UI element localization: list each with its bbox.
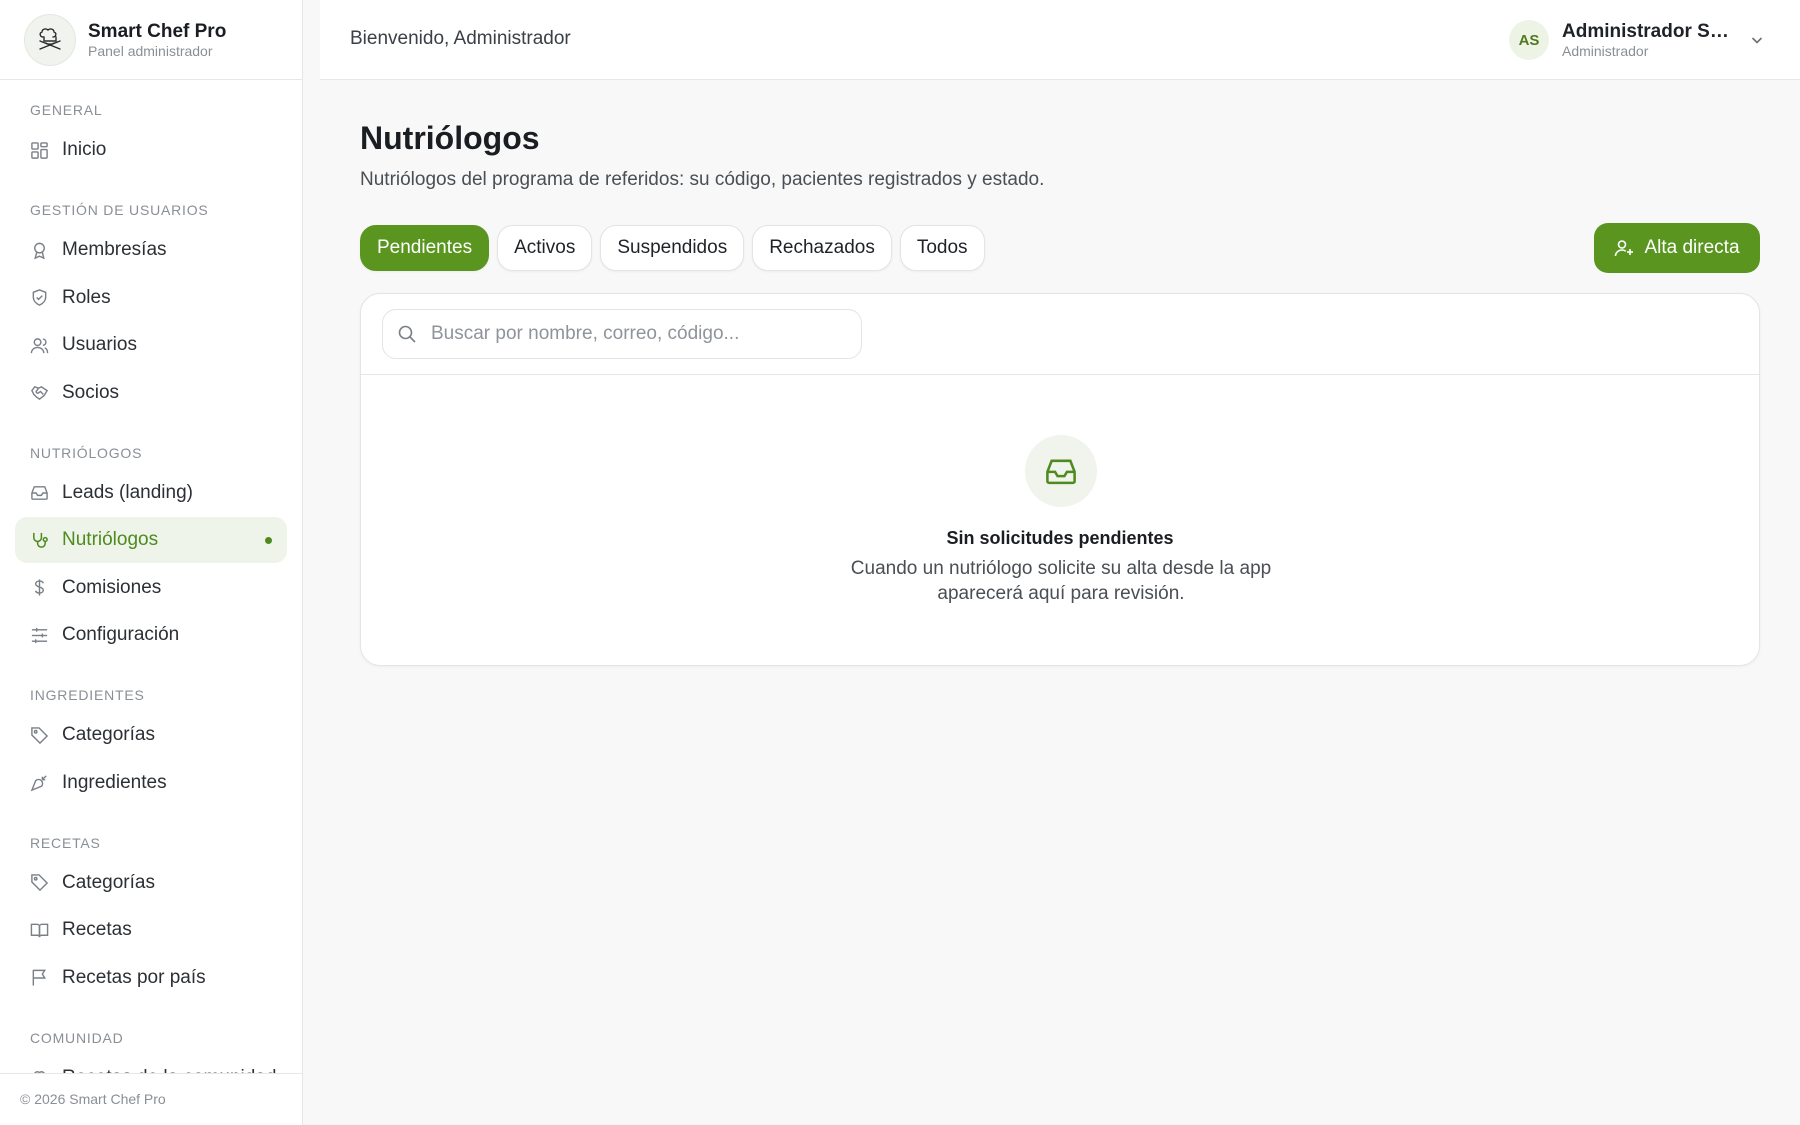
section-label-gestion-usuarios: GESTIÓN DE USUARIOS bbox=[30, 202, 209, 218]
sidebar-nav: GENERAL Inicio GESTIÓN DE USUARIOS Membr… bbox=[0, 100, 302, 1101]
shield-icon bbox=[32, 289, 47, 306]
welcome-text: Bienvenido, Administrador bbox=[350, 28, 571, 49]
sidebar-item-roles[interactable]: Roles bbox=[15, 275, 287, 321]
sidebar-item-label: Recetas bbox=[62, 919, 132, 940]
brand[interactable]: Smart Chef Pro Panel administrador bbox=[0, 0, 302, 80]
section-label-general: GENERAL bbox=[30, 102, 103, 118]
topbar: Bienvenido, Administrador AS Administrad… bbox=[320, 0, 1800, 80]
alta-directa-label: Alta directa bbox=[1644, 237, 1740, 258]
sidebar-item-socios[interactable]: Socios bbox=[15, 370, 287, 416]
section-label-nutriologos: NUTRIÓLOGOS bbox=[30, 444, 143, 461]
section-label-comunidad: COMUNIDAD bbox=[30, 1029, 124, 1046]
sidebar-item-label: Roles bbox=[62, 286, 111, 308]
tag-icon bbox=[31, 874, 49, 892]
sidebar-item-label: Leads (landing) bbox=[62, 481, 193, 503]
stethoscope-icon bbox=[33, 532, 48, 548]
page-title: Nutriólogos bbox=[360, 120, 540, 156]
sidebar-item-label: Socios bbox=[62, 381, 120, 403]
book-icon bbox=[30, 923, 49, 937]
tab-todos[interactable]: Todos bbox=[899, 225, 985, 271]
sidebar-item-label: Membresías bbox=[62, 239, 167, 260]
tag-icon bbox=[31, 726, 49, 744]
user-role: Administrador bbox=[1562, 43, 1649, 59]
sidebar-item-label: Ingredientes bbox=[62, 771, 167, 793]
sidebar-item-label: Categorías bbox=[62, 724, 155, 745]
sliders-icon bbox=[31, 627, 48, 643]
sidebar-item-leads[interactable]: Leads (landing) bbox=[15, 470, 287, 516]
user-plus-icon bbox=[1615, 240, 1634, 257]
inbox-icon bbox=[31, 486, 48, 500]
sidebar-item-recetas-por-pais[interactable]: Recetas por país bbox=[15, 955, 287, 1001]
user-menu[interactable]: AS Administrador Smart Chef Administrado… bbox=[1509, 20, 1765, 60]
avatar: AS bbox=[1509, 20, 1549, 60]
alta-directa-button[interactable]: Alta directa bbox=[1594, 223, 1760, 273]
sidebar-item-categorias-ingredientes[interactable]: Categorías bbox=[15, 712, 287, 758]
search-input[interactable] bbox=[431, 323, 851, 345]
empty-state: Sin solicitudes pendientes Cuando un nut… bbox=[361, 375, 1759, 665]
tab-activos[interactable]: Activos bbox=[497, 225, 593, 271]
sidebar-item-label: Comisiones bbox=[62, 576, 162, 598]
chevron-down-icon[interactable] bbox=[1749, 32, 1765, 48]
sidebar-item-categorias-recetas[interactable]: Categorías bbox=[15, 860, 287, 906]
search-icon bbox=[398, 325, 416, 343]
empty-state-title: Sin solicitudes pendientes bbox=[946, 528, 1174, 548]
award-icon bbox=[34, 242, 45, 259]
sidebar-item-label: Recetas por país bbox=[62, 966, 206, 988]
empty-state-text: Cuando un nutriólogo solicite su alta de… bbox=[850, 558, 1272, 604]
brand-subtitle: Panel administrador bbox=[88, 42, 213, 59]
sidebar-item-recetas[interactable]: Recetas bbox=[15, 907, 287, 953]
handshake-icon bbox=[31, 385, 49, 401]
sidebar-item-label: Inicio bbox=[62, 139, 107, 160]
chef-logo-icon bbox=[24, 13, 76, 66]
users-icon bbox=[30, 337, 49, 353]
card-header bbox=[361, 294, 1759, 375]
sidebar-item-configuracion[interactable]: Configuración bbox=[15, 612, 287, 658]
sidebar-item-label: Categorías bbox=[62, 871, 155, 893]
dashboard-icon bbox=[31, 141, 48, 159]
status-tabs: Pendientes Activos Suspendidos Rechazado… bbox=[360, 225, 993, 271]
sidebar: Smart Chef Pro Panel administrador GENER… bbox=[0, 0, 303, 1125]
section-label-ingredientes: INGREDIENTES bbox=[30, 687, 145, 703]
sidebar-item-label: Usuarios bbox=[62, 334, 137, 355]
results-card: Sin solicitudes pendientes Cuando un nut… bbox=[360, 293, 1760, 666]
tab-rechazados[interactable]: Rechazados bbox=[752, 225, 892, 271]
active-indicator-dot bbox=[265, 537, 272, 544]
carrot-icon bbox=[30, 775, 47, 792]
sidebar-item-label: Configuración bbox=[62, 624, 180, 645]
dollar-icon bbox=[34, 579, 45, 596]
search-box[interactable] bbox=[382, 309, 862, 359]
user-name: Administrador Smart Chef bbox=[1562, 21, 1732, 42]
tab-pendientes[interactable]: Pendientes bbox=[360, 225, 490, 271]
sidebar-footer: © 2026 Smart Chef Pro bbox=[0, 1073, 302, 1125]
sidebar-item-nutriologos[interactable]: Nutriólogos bbox=[15, 517, 287, 563]
brand-name: Smart Chef Pro bbox=[88, 20, 227, 42]
tab-suspendidos[interactable]: Suspendidos bbox=[600, 225, 745, 271]
page-subtitle: Nutriólogos del programa de referidos: s… bbox=[360, 169, 1045, 190]
sidebar-item-usuarios[interactable]: Usuarios bbox=[15, 322, 287, 368]
sidebar-item-membresias[interactable]: Membresías bbox=[15, 227, 287, 273]
sidebar-item-ingredientes[interactable]: Ingredientes bbox=[15, 760, 287, 806]
sidebar-item-inicio[interactable]: Inicio bbox=[15, 127, 287, 173]
section-label-recetas: RECETAS bbox=[30, 834, 101, 851]
flag-icon bbox=[32, 969, 47, 986]
sidebar-item-label: Nutriólogos bbox=[62, 529, 159, 550]
sidebar-item-comisiones[interactable]: Comisiones bbox=[15, 565, 287, 611]
inbox-icon bbox=[1025, 435, 1097, 507]
